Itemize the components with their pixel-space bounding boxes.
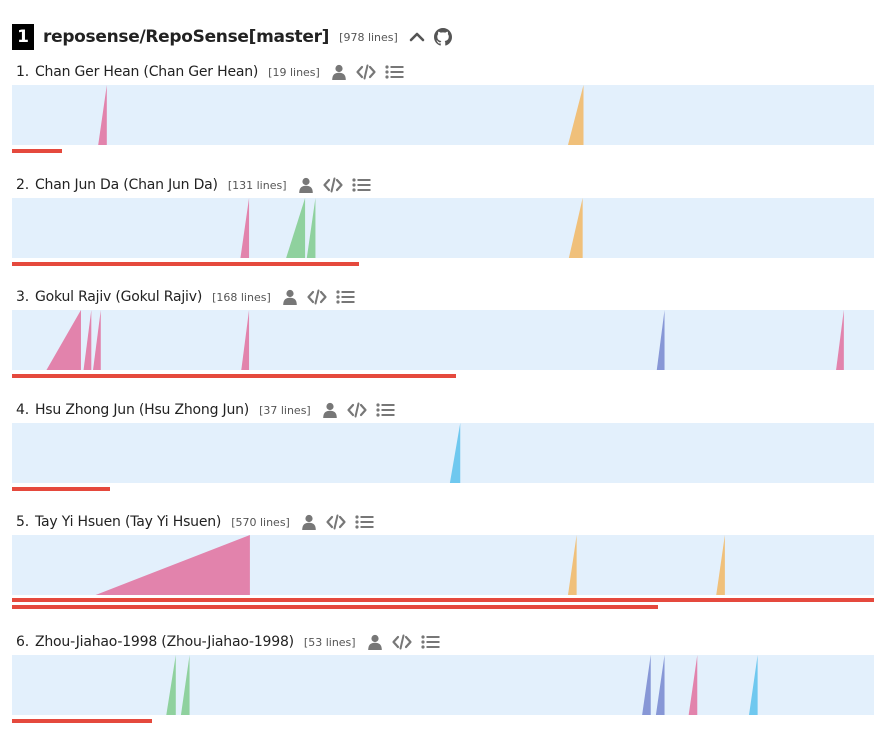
commit-ramp[interactable] — [241, 310, 250, 370]
person-icon[interactable] — [367, 634, 383, 650]
author-header: 3. Gokul Rajiv (Gokul Rajiv) [168 lines] — [16, 286, 355, 308]
list-icon[interactable] — [355, 514, 374, 530]
ramp-chart — [12, 655, 874, 715]
person-icon[interactable] — [331, 64, 347, 80]
commit-ramp[interactable] — [688, 655, 698, 715]
author-rank: 1. — [16, 64, 29, 80]
ramp-chart — [12, 423, 874, 483]
author-label[interactable]: 2. Chan Jun Da (Chan Jun Da) — [16, 177, 218, 193]
ramp-svg — [98, 85, 584, 145]
ramp-chart — [12, 535, 874, 595]
commit-ramp[interactable] — [98, 85, 107, 145]
author-rank: 6. — [16, 634, 29, 650]
ramp-svg — [240, 198, 583, 258]
author-rank: 4. — [16, 402, 29, 418]
contribution-bar — [12, 262, 359, 266]
ramp-chart — [12, 85, 874, 145]
author-label[interactable]: 5. Tay Yi Hsuen (Tay Yi Hsuen) — [16, 514, 221, 530]
commit-ramp[interactable] — [180, 655, 190, 715]
author-lines-count: [19 lines] — [268, 65, 320, 79]
author-lines-count: [168 lines] — [212, 290, 271, 304]
code-icon[interactable] — [391, 634, 412, 650]
person-icon[interactable] — [298, 177, 314, 193]
contribution-bar — [12, 374, 456, 378]
author-header: 4. Hsu Zhong Jun (Hsu Zhong Jun) [37 line… — [16, 399, 395, 421]
contribution-bar — [12, 487, 110, 491]
author-rank: 2. — [16, 177, 29, 193]
person-icon[interactable] — [282, 289, 298, 305]
commit-ramp[interactable] — [568, 198, 583, 258]
commit-ramp[interactable] — [567, 535, 577, 595]
author-name: Zhou-Jiahao-1998 (Zhou-Jiahao-1998) — [34, 634, 294, 650]
author-label[interactable]: 6. Zhou-Jiahao-1998 (Zhou-Jiahao-1998) — [16, 634, 294, 650]
commit-ramp[interactable] — [836, 310, 844, 370]
ramp-svg — [95, 535, 725, 595]
repo-rank: 1 — [12, 24, 34, 50]
ramp-svg — [166, 655, 758, 715]
person-icon[interactable] — [322, 402, 338, 418]
contribution-bar — [12, 598, 874, 602]
commit-ramp[interactable] — [449, 423, 461, 483]
chevron-up-icon[interactable] — [409, 29, 425, 45]
contribution-bar — [12, 149, 62, 153]
author-name: Tay Yi Hsuen (Tay Yi Hsuen) — [34, 514, 222, 530]
repo-title[interactable]: reposense/RepoSense[master] — [43, 27, 329, 47]
commit-ramp[interactable] — [166, 655, 176, 715]
list-icon[interactable] — [351, 177, 371, 193]
commit-ramp[interactable] — [46, 310, 81, 370]
contribution-bar — [12, 605, 658, 609]
ramp-chart — [12, 310, 874, 370]
author-label[interactable]: 3. Gokul Rajiv (Gokul Rajiv) — [16, 289, 202, 305]
commit-ramp[interactable] — [716, 535, 725, 595]
github-icon[interactable] — [433, 28, 452, 46]
ramp-chart — [12, 198, 874, 258]
code-icon[interactable] — [326, 514, 346, 530]
author-lines-count: [53 lines] — [303, 635, 356, 649]
code-icon[interactable] — [347, 402, 367, 418]
code-icon[interactable] — [307, 289, 327, 305]
commit-ramp[interactable] — [642, 655, 651, 715]
author-header: 6. Zhou-Jiahao-1998 (Zhou-Jiahao-1998) [5… — [16, 631, 440, 653]
commit-ramp[interactable] — [95, 535, 250, 595]
author-name: Chan Ger Hean (Chan Ger Hean) — [34, 64, 259, 80]
commit-ramp[interactable] — [83, 310, 92, 370]
list-icon[interactable] — [336, 289, 355, 305]
commit-ramp[interactable] — [655, 655, 665, 715]
commit-ramp[interactable] — [286, 198, 306, 258]
author-header: 2. Chan Jun Da (Chan Jun Da) [131 lines] — [16, 174, 371, 196]
list-icon[interactable] — [420, 634, 440, 650]
person-icon[interactable] — [301, 514, 317, 530]
code-icon[interactable] — [356, 64, 376, 80]
commit-ramp[interactable] — [567, 85, 584, 145]
code-icon[interactable] — [322, 177, 343, 193]
author-label[interactable]: 1. Chan Ger Hean (Chan Ger Hean) — [16, 64, 258, 80]
author-lines-count: [131 lines] — [227, 178, 287, 192]
commit-ramp[interactable] — [656, 310, 665, 370]
repo-header: 1 reposense/RepoSense[master] [978 lines… — [12, 24, 452, 50]
list-icon[interactable] — [385, 64, 404, 80]
commit-ramp[interactable] — [306, 198, 316, 258]
author-lines-count: [37 lines] — [259, 403, 311, 417]
author-header: 5. Tay Yi Hsuen (Tay Yi Hsuen) [570 lines… — [16, 511, 374, 533]
ramp-svg — [46, 310, 844, 370]
author-rank: 5. — [16, 514, 29, 530]
contribution-bar — [12, 719, 152, 723]
author-label[interactable]: 4. Hsu Zhong Jun (Hsu Zhong Jun) — [16, 402, 249, 418]
author-name: Gokul Rajiv (Gokul Rajiv) — [34, 289, 203, 305]
author-name: Hsu Zhong Jun (Hsu Zhong Jun) — [34, 402, 250, 418]
repo-lines-count: [978 lines] — [339, 30, 398, 44]
commit-ramp[interactable] — [93, 310, 101, 370]
list-icon[interactable] — [376, 402, 395, 418]
commit-ramp[interactable] — [240, 198, 250, 258]
author-lines-count: [570 lines] — [231, 515, 290, 529]
ramp-svg — [449, 423, 461, 483]
author-name: Chan Jun Da (Chan Jun Da) — [34, 177, 218, 193]
commit-ramp[interactable] — [749, 655, 758, 715]
author-rank: 3. — [16, 289, 29, 305]
author-header: 1. Chan Ger Hean (Chan Ger Hean) [19 line… — [16, 61, 404, 83]
